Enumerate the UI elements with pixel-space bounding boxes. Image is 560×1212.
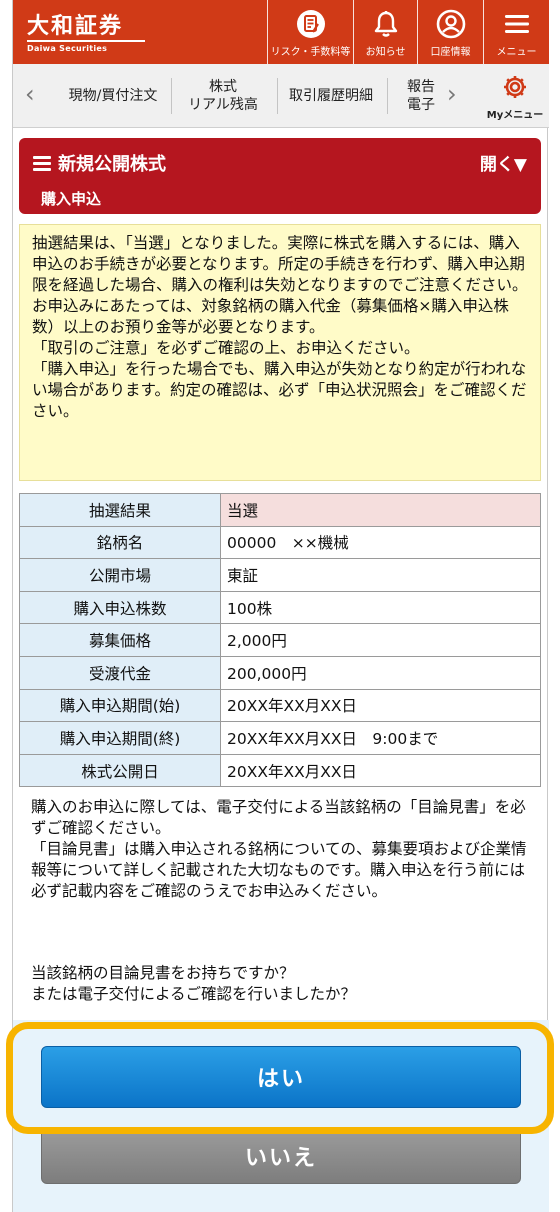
app-frame: 大和証券 Daiwa Securities リスク・手数料等 お知らせ 口座情報… — [12, 0, 549, 1212]
table-row: 購入申込期間(終) 20XX年XX月XX日 9:00まで — [19, 721, 541, 755]
section-subtitle: 購入申込 — [41, 190, 102, 208]
row-label: 銘柄名 — [19, 525, 221, 560]
no-button[interactable]: いいえ — [41, 1128, 521, 1184]
row-label: 購入申込期間(始) — [19, 688, 221, 723]
lottery-result-notice: 抽選結果は、「当選」となりました。実際に株式を購入するには、購入申込のお手続きが… — [19, 224, 541, 481]
sub-navigation: ‹ 現物/買付注文 株式 リアル残高 取引履歴明細 報告 電子 › Myメニュー — [13, 64, 549, 128]
row-label: 購入申込期間(終) — [19, 721, 221, 755]
nav-divider — [387, 78, 388, 114]
notifications-label: お知らせ — [365, 47, 406, 58]
nav-divider — [171, 78, 172, 114]
row-value: 00000 ××機械 — [220, 525, 541, 560]
chevron-left-icon[interactable]: ‹ — [25, 82, 35, 106]
my-menu-button[interactable]: Myメニュー — [483, 74, 547, 121]
row-value: 当選 — [220, 493, 541, 527]
notifications-button[interactable]: お知らせ — [353, 0, 417, 64]
row-label: 株式公開日 — [19, 753, 221, 788]
top-header: 大和証券 Daiwa Securities リスク・手数料等 お知らせ 口座情報… — [13, 0, 549, 64]
nav-transaction-history[interactable]: 取引履歴明細 — [279, 64, 383, 128]
table-row: 公開市場 東証 — [19, 558, 541, 592]
row-label: 抽選結果 — [19, 493, 221, 527]
my-menu-label: Myメニュー — [486, 110, 544, 121]
section-header: 新規公開株式 開く▼ 購入申込 — [19, 138, 541, 214]
row-value: 東証 — [220, 558, 541, 592]
expand-toggle[interactable]: 開く▼ — [480, 150, 527, 175]
menu-label: メニュー — [496, 47, 537, 58]
user-circle-icon — [431, 8, 471, 40]
row-value: 100株 — [220, 590, 541, 625]
menu-button[interactable]: メニュー — [483, 0, 549, 64]
table-row: 株式公開日 20XX年XX月XX日 — [19, 753, 541, 788]
hamburger-menu-icon — [497, 8, 537, 40]
risk-fees-button[interactable]: リスク・手数料等 — [267, 0, 353, 64]
bell-icon — [366, 8, 406, 40]
nav-stock-realtime-balance[interactable]: 株式 リアル残高 — [173, 64, 273, 128]
row-value: 200,000円 — [220, 655, 541, 690]
table-row: 購入申込株数 100株 — [19, 590, 541, 625]
row-label: 購入申込株数 — [19, 590, 221, 625]
gear-icon — [502, 76, 528, 104]
nav-spot-buy-order[interactable]: 現物/買付注文 — [57, 64, 169, 128]
table-row: 受渡代金 200,000円 — [19, 655, 541, 690]
section-title-text: 新規公開株式 — [58, 154, 166, 175]
account-info-label: 口座情報 — [430, 47, 471, 58]
table-row: 銘柄名 00000 ××機械 — [19, 525, 541, 560]
risk-fees-label: リスク・手数料等 — [270, 47, 351, 58]
prospectus-question-text: 当該銘柄の目論見書をお持ちですか？ または電子交付によるご確認を行いましたか？ — [31, 964, 357, 1003]
row-value: 20XX年XX月XX日 9:00まで — [220, 721, 541, 755]
row-value: 2,000円 — [220, 623, 541, 657]
table-row: 抽選結果 当選 — [19, 493, 541, 527]
document-pen-icon — [291, 8, 331, 40]
notice-text: 抽選結果は、「当選」となりました。実際に株式を購入するには、購入申込のお手続きが… — [32, 234, 528, 420]
row-label: 募集価格 — [19, 623, 221, 657]
list-icon — [33, 155, 51, 171]
row-value: 20XX年XX月XX日 — [220, 688, 541, 723]
yes-button[interactable]: はい — [41, 1046, 521, 1108]
account-info-button[interactable]: 口座情報 — [417, 0, 483, 64]
table-row: 募集価格 2,000円 — [19, 623, 541, 657]
logo-subtext: Daiwa Securities — [27, 44, 108, 53]
logo-text: 大和証券 — [27, 13, 124, 39]
row-label: 受渡代金 — [19, 655, 221, 690]
row-label: 公開市場 — [19, 558, 221, 592]
logo-rule — [27, 40, 145, 42]
section-title: 新規公開株式 — [33, 150, 166, 176]
purchase-details-table: 抽選結果 当選 銘柄名 00000 ××機械 公開市場 東証 購入申込株数 10… — [19, 493, 541, 788]
nav-divider — [277, 78, 278, 114]
brand-logo[interactable]: 大和証券 Daiwa Securities — [13, 0, 267, 64]
table-row: 購入申込期間(始) 20XX年XX月XX日 — [19, 688, 541, 723]
chevron-right-icon[interactable]: › — [447, 82, 457, 106]
prospectus-notice-text: 購入のお申込に際しては、電子交付による当該銘柄の「目論見書」を必ずご確認ください… — [31, 798, 527, 900]
row-value: 20XX年XX月XX日 — [220, 753, 541, 788]
nav-electronic-reports[interactable]: 報告 電子 — [389, 64, 435, 128]
